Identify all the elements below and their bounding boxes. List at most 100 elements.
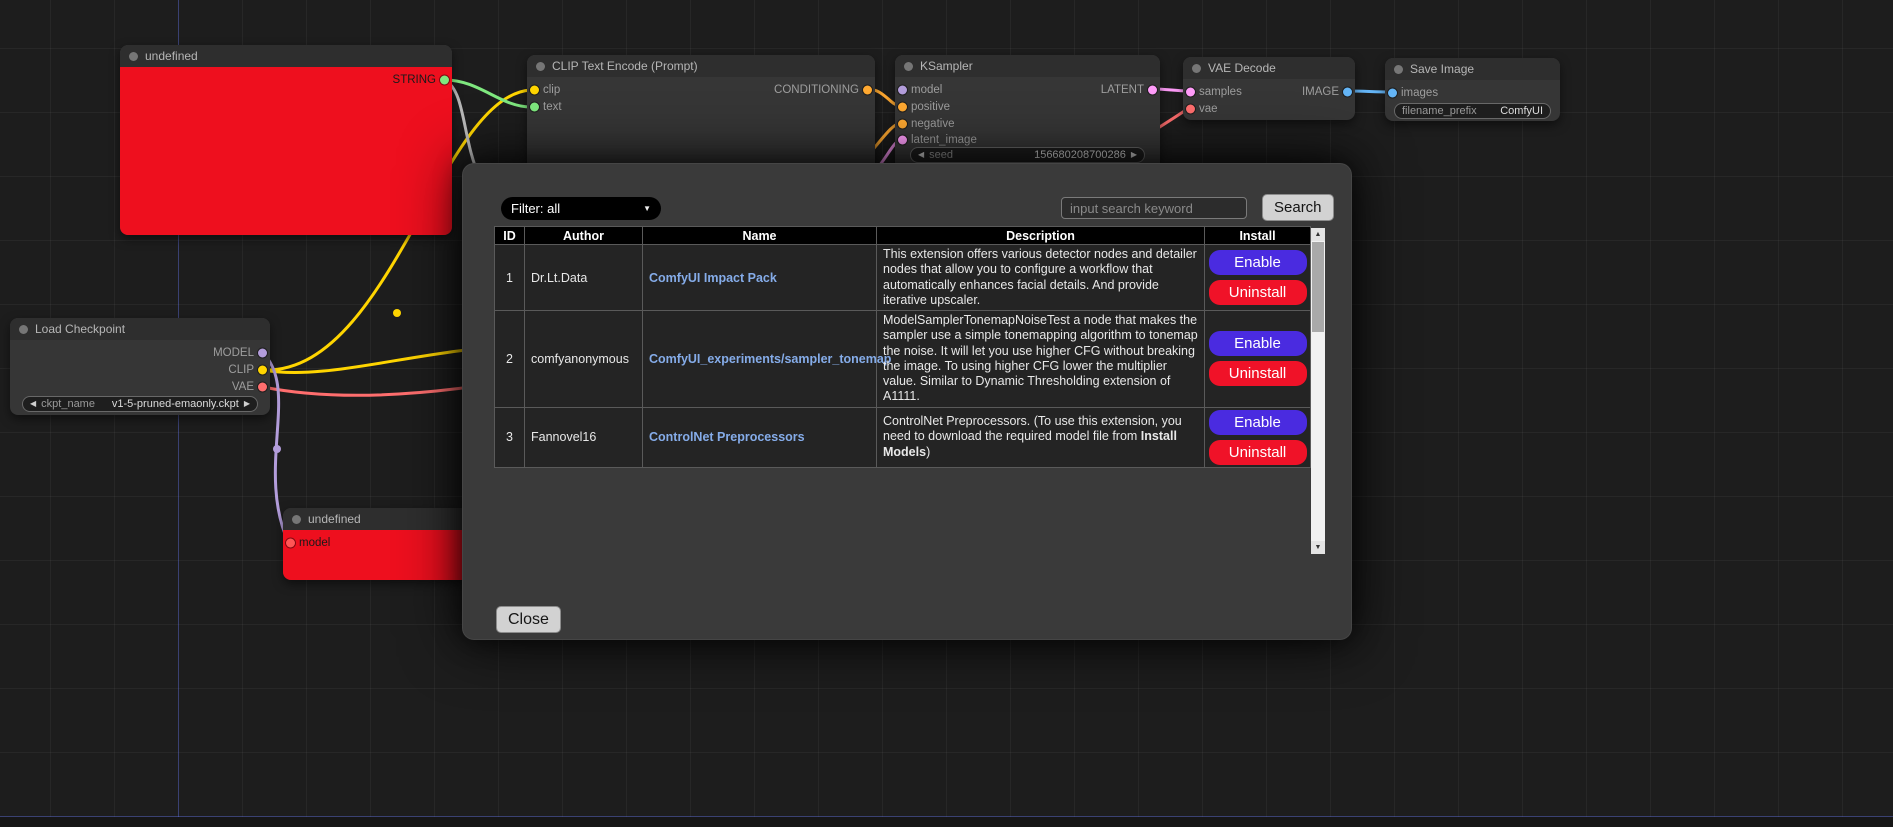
input-dot-positive[interactable] — [898, 103, 907, 112]
input-dot-negative[interactable] — [898, 120, 907, 129]
collapse-dot-icon[interactable] — [129, 52, 138, 61]
table-row: 3 Fannovel16 ControlNet Preprocessors Co… — [495, 407, 1311, 467]
output-slot-vae[interactable]: VAE — [10, 379, 270, 395]
output-slot-string[interactable]: STRING — [120, 72, 452, 88]
output-slot-label: CONDITIONING — [774, 84, 859, 96]
extension-name-link[interactable]: ComfyUI_experiments/sampler_tonemap — [649, 352, 891, 366]
extension-author: Dr.Lt.Data — [525, 245, 643, 311]
collapse-dot-icon[interactable] — [19, 325, 28, 334]
node-header[interactable]: VAE Decode — [1183, 57, 1355, 79]
input-slot-label: negative — [911, 118, 954, 130]
seed-widget[interactable]: ◀ seed 156680208700286 ▶ — [910, 147, 1145, 163]
output-dot-model[interactable] — [258, 349, 267, 358]
output-dot-clip[interactable] — [258, 366, 267, 375]
table-scrollbar[interactable]: ▲ ▼ — [1311, 228, 1325, 554]
output-dot-image[interactable] — [1343, 88, 1352, 97]
uninstall-button[interactable]: Uninstall — [1209, 440, 1307, 465]
node-title: VAE Decode — [1208, 61, 1276, 75]
output-slot-latent[interactable]: LATENT — [895, 82, 1160, 98]
column-header-id: ID — [495, 227, 525, 245]
input-slot-images[interactable]: images — [1385, 85, 1560, 101]
output-dot-vae[interactable] — [258, 383, 267, 392]
node-title: Save Image — [1410, 62, 1474, 76]
decrement-arrow-icon[interactable]: ◀ — [30, 400, 36, 408]
output-slot-label: MODEL — [213, 347, 254, 359]
uninstall-button[interactable]: Uninstall — [1209, 280, 1307, 305]
node-header[interactable]: undefined — [283, 508, 469, 530]
filter-select[interactable]: Filter: all ▼ — [501, 197, 661, 220]
output-dot-string[interactable] — [440, 76, 449, 85]
node-save-image[interactable]: Save Image images filename_prefix ComfyU… — [1385, 58, 1560, 121]
node-title: KSampler — [920, 59, 973, 73]
input-slot-label: model — [299, 537, 330, 549]
extension-name-link[interactable]: ControlNet Preprocessors — [649, 430, 805, 444]
close-button[interactable]: Close — [496, 606, 561, 633]
node-header[interactable]: Save Image — [1385, 58, 1560, 80]
collapse-dot-icon[interactable] — [904, 62, 913, 71]
widget-value: v1-5-pruned-emaonly.ckpt — [112, 398, 239, 410]
table-header-row: ID Author Name Description Install — [495, 227, 1311, 245]
search-input[interactable] — [1061, 197, 1247, 219]
scroll-down-icon[interactable]: ▼ — [1311, 541, 1325, 554]
node-ksampler[interactable]: KSampler model positive negative latent_… — [895, 55, 1160, 173]
output-slot-clip[interactable]: CLIP — [10, 362, 270, 378]
scroll-up-icon[interactable]: ▲ — [1311, 228, 1325, 241]
input-dot-vae[interactable] — [1186, 105, 1195, 114]
enable-button[interactable]: Enable — [1209, 410, 1307, 435]
table-row: 2 comfyanonymous ComfyUI_experiments/sam… — [495, 311, 1311, 408]
input-slot-latent-image[interactable]: latent_image — [895, 132, 1160, 148]
link-dot-model — [273, 445, 281, 453]
input-slot-model[interactable]: model — [283, 535, 469, 551]
increment-arrow-icon[interactable]: ▶ — [1131, 151, 1137, 159]
increment-arrow-icon[interactable]: ▶ — [244, 400, 250, 408]
scrollbar-thumb[interactable] — [1312, 242, 1324, 332]
input-slot-text[interactable]: text — [527, 99, 875, 115]
input-slot-negative[interactable]: negative — [895, 116, 1160, 132]
node-header[interactable]: KSampler — [895, 55, 1160, 77]
filename-prefix-widget[interactable]: filename_prefix ComfyUI — [1394, 103, 1551, 119]
link-dot-clip — [393, 309, 401, 317]
canvas-edge — [0, 817, 1893, 827]
enable-button[interactable]: Enable — [1209, 250, 1307, 275]
node-graph-canvas[interactable]: undefined STRING CLIP Text Encode (Promp… — [0, 0, 1893, 827]
node-header[interactable]: CLIP Text Encode (Prompt) — [527, 55, 875, 77]
widget-label: filename_prefix — [1402, 105, 1477, 117]
input-slot-positive[interactable]: positive — [895, 99, 1160, 115]
search-button[interactable]: Search — [1262, 194, 1334, 221]
column-header-name: Name — [643, 227, 877, 245]
collapse-dot-icon[interactable] — [292, 515, 301, 524]
ckpt-name-widget[interactable]: ◀ ckpt_name v1-5-pruned-emaonly.ckpt ▶ — [22, 396, 258, 412]
output-slot-label: IMAGE — [1302, 86, 1339, 98]
input-dot-model[interactable] — [286, 539, 295, 548]
column-header-author: Author — [525, 227, 643, 245]
enable-button[interactable]: Enable — [1209, 331, 1307, 356]
input-dot-latent-image[interactable] — [898, 136, 907, 145]
output-slot-conditioning[interactable]: CONDITIONING — [527, 82, 875, 98]
output-slot-label: VAE — [232, 381, 254, 393]
node-header[interactable]: undefined — [120, 45, 452, 67]
output-dot-conditioning[interactable] — [863, 86, 872, 95]
input-slot-label: text — [543, 101, 562, 113]
output-slot-label: LATENT — [1101, 84, 1144, 96]
output-slot-image[interactable]: IMAGE — [1183, 84, 1355, 100]
node-undefined-string[interactable]: undefined STRING — [120, 45, 452, 235]
widget-value: 156680208700286 — [1034, 149, 1126, 161]
extension-name-link[interactable]: ComfyUI Impact Pack — [649, 271, 777, 285]
extension-id: 3 — [495, 407, 525, 467]
link-string-text — [445, 80, 531, 107]
collapse-dot-icon[interactable] — [1192, 64, 1201, 73]
input-dot-images[interactable] — [1388, 89, 1397, 98]
collapse-dot-icon[interactable] — [1394, 65, 1403, 74]
input-slot-vae[interactable]: vae — [1183, 101, 1355, 117]
node-undefined-model[interactable]: undefined model — [283, 508, 469, 580]
output-dot-latent[interactable] — [1148, 86, 1157, 95]
node-vae-decode[interactable]: VAE Decode samples vae IMAGE — [1183, 57, 1355, 120]
node-header[interactable]: Load Checkpoint — [10, 318, 270, 340]
output-slot-model[interactable]: MODEL — [10, 345, 270, 361]
node-load-checkpoint[interactable]: Load Checkpoint MODEL CLIP VAE ◀ ckpt_na… — [10, 318, 270, 415]
collapse-dot-icon[interactable] — [536, 62, 545, 71]
decrement-arrow-icon[interactable]: ◀ — [918, 151, 924, 159]
extension-author: Fannovel16 — [525, 407, 643, 467]
uninstall-button[interactable]: Uninstall — [1209, 361, 1307, 386]
input-dot-text[interactable] — [530, 103, 539, 112]
